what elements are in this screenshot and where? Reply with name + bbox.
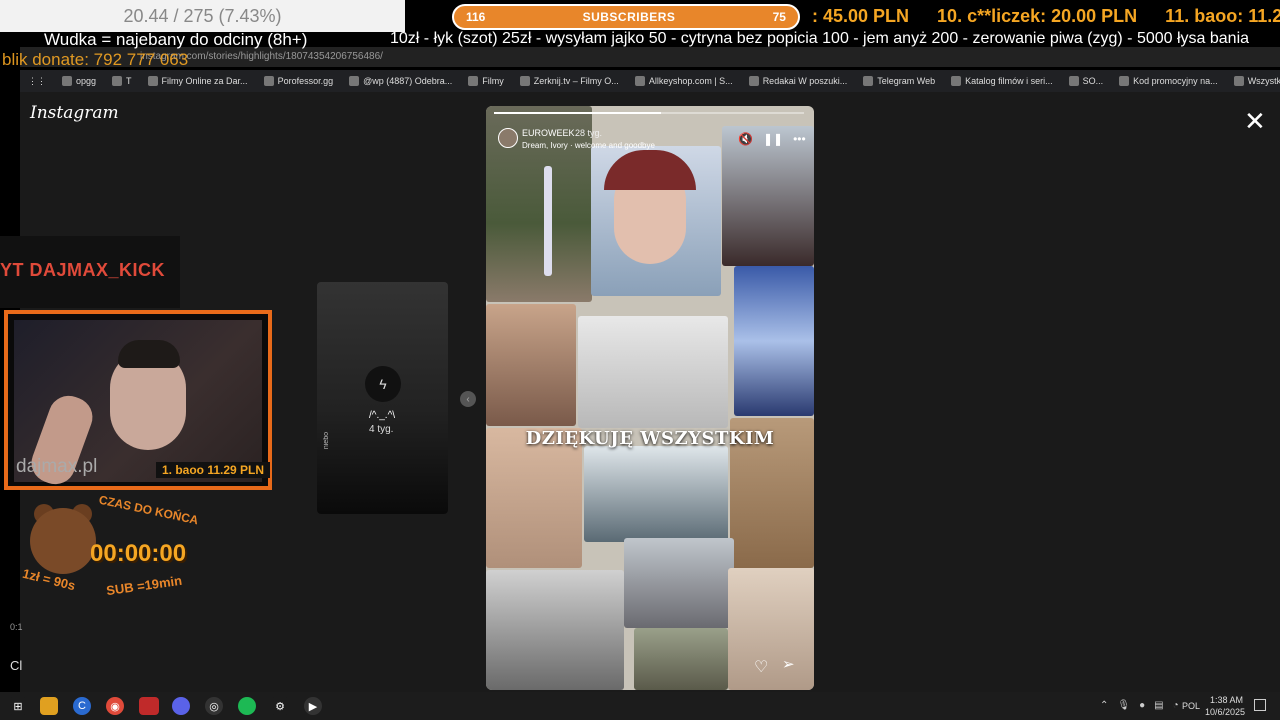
more-icon[interactable]: ••• (793, 132, 806, 146)
photo-friends (486, 304, 576, 426)
subscriber-goal-bar: 116 SUBSCRIBERS 75 (452, 4, 800, 30)
webcam-hair (118, 340, 180, 368)
story-timestamp: 28 tyg. (575, 128, 603, 138)
story-avatar-icon: ϟ (365, 366, 401, 402)
bookmark-item[interactable]: T (112, 76, 132, 86)
network-icon[interactable]: ▤ (1154, 700, 1163, 711)
start-icon[interactable]: ⊞ (9, 697, 27, 715)
photo-floor (634, 628, 728, 690)
system-tray[interactable]: ⌃ 🎙 ● ▤ ◔ (1100, 700, 1179, 711)
wifi-icon[interactable]: ◔ (1173, 700, 1179, 711)
bookmark-item[interactable]: Allkeyshop.com | S... (634, 76, 733, 86)
story-username[interactable]: EUROWEEK (522, 128, 575, 138)
address-bar[interactable]: instagram.com/stories/highlights/1807435… (20, 47, 1280, 67)
story-age: 4 tyg. (369, 424, 394, 435)
clock-date[interactable]: 10/6/2025 (1205, 707, 1245, 717)
story-progress-bar (494, 112, 804, 114)
story-user-avatar[interactable] (498, 128, 518, 148)
bookmark-item[interactable]: Filmy Online za Dar... (147, 76, 248, 86)
stream-title: Wudka = najebany do odciny (8h+) (44, 30, 308, 49)
discord-icon[interactable] (172, 697, 190, 715)
donation-menu: 10zł - łyk (szot) 25zł - wysyłam jajko 5… (390, 30, 1250, 47)
kick-channel-label: YT DAJMAX_KICK (0, 260, 166, 280)
bookmark-item[interactable]: Porofessor.gg (263, 76, 333, 86)
pause-icon[interactable]: ❚❚ (763, 132, 783, 146)
story-music[interactable]: Dream, Ivory · welcome and goodbye (522, 141, 655, 150)
spotify-icon[interactable] (238, 697, 256, 715)
voicemeeter-icon[interactable] (139, 697, 159, 715)
mute-icon[interactable]: 🔇 (738, 132, 753, 146)
photo-two-girls (486, 428, 582, 568)
mic-icon[interactable]: 🎙 (1117, 700, 1130, 711)
story-side-label: niebo (323, 432, 330, 450)
file-explorer-icon[interactable] (40, 697, 58, 715)
photo-hall (486, 570, 624, 690)
photo-stage (734, 266, 814, 416)
story-card[interactable]: EUROWEEK 28 tyg. Dream, Ivory · welcome … (486, 106, 814, 690)
bookmark-item[interactable]: Telegram Web (863, 76, 935, 86)
partial-text: 0:1 (10, 622, 23, 632)
bookmark-item[interactable]: Redakai W poszuki... (748, 76, 847, 86)
language-indicator[interactable]: POL (1182, 701, 1200, 711)
chevron-up-icon[interactable]: ⌃ (1100, 700, 1108, 711)
obs-icon[interactable]: ◎ (205, 697, 223, 715)
donation-goal-text: 20.44 / 275 (7.43%) (123, 5, 282, 26)
photo-presentation (624, 538, 734, 628)
bear-mascot-icon (30, 508, 96, 574)
bookmark-item[interactable]: opgg (62, 76, 96, 86)
photo-closeup (728, 568, 814, 690)
send-icon[interactable]: ➢ (782, 655, 795, 673)
instagram-logo[interactable]: Instagram (30, 103, 119, 123)
heart-icon[interactable]: ♡ (754, 657, 768, 677)
bookmark-item[interactable]: Zerknij.tv – Filmy O... (519, 76, 619, 86)
bookmark-item[interactable]: SO... (1068, 76, 1103, 86)
windows-taskbar (0, 692, 1280, 720)
waterfall-stream (544, 166, 552, 276)
webcam-site-watermark: dajmax.pl (16, 456, 98, 477)
story-controls: 🔇 ❚❚ ••• (738, 132, 806, 146)
partial-text: Cl (10, 658, 23, 673)
timer-value: 00:00:00 (90, 540, 187, 567)
edge-icon[interactable]: C (73, 697, 91, 715)
subs-label: SUBSCRIBERS (582, 10, 676, 24)
previous-story-thumbnail[interactable]: ϟ /^._.^\ 4 tyg. niebo (317, 282, 448, 514)
donor-entry: 10. c**liczek: 20.00 PLN (937, 5, 1138, 26)
photo-crowd-snow (584, 446, 728, 542)
subs-goal: 75 (772, 10, 786, 24)
story-caption: DZIĘKUJĘ WSZYSTKIM (525, 428, 775, 449)
settings-gear-icon[interactable]: ⚙ (271, 697, 289, 715)
photo-group-snow (722, 126, 814, 266)
story-emote: /^._.^\ (369, 410, 396, 421)
bookmark-item[interactable]: Kod promocyjny na... (1119, 76, 1218, 86)
donor-entry: 11. baoo: 11.29 PLN (1165, 5, 1280, 26)
bookmark-all-folder[interactable]: Wszystkie zakładki (1233, 76, 1280, 86)
photo-dance (578, 316, 728, 428)
donor-entry: : 45.00 PLN (812, 5, 910, 26)
apps-icon[interactable]: ⋮⋮ (28, 76, 46, 87)
subs-current: 116 (466, 10, 486, 24)
steam-icon[interactable]: ● (1139, 700, 1145, 711)
blik-donate: blik donate: 792 777 063 (2, 50, 189, 69)
chevron-left-icon[interactable]: ‹ (460, 391, 476, 407)
bookmark-item[interactable]: @wp (4887) Odebra... (349, 76, 452, 86)
chrome-icon[interactable]: ◉ (106, 697, 124, 715)
top-donors-ticker: : 45.00 PLN 10. c**liczek: 20.00 PLN 11.… (812, 2, 1280, 30)
bookmark-folder[interactable]: Filmy (468, 76, 504, 86)
bookmark-item[interactable]: Katalog filmów i seri... (951, 76, 1053, 86)
webcam-top-donor: 1. baoo 11.29 PLN (156, 462, 271, 478)
media-player-icon[interactable]: ▶ (304, 697, 322, 715)
notifications-icon[interactable] (1254, 699, 1266, 711)
bookmarks-bar: ⋮⋮ opgg T Filmy Online za Dar... Porofes… (20, 70, 1280, 92)
clock-time[interactable]: 1:38 AM (1210, 695, 1243, 705)
close-icon[interactable]: ✕ (1244, 108, 1266, 134)
donation-goal-progress: 20.44 / 275 (7.43%) (0, 0, 405, 32)
